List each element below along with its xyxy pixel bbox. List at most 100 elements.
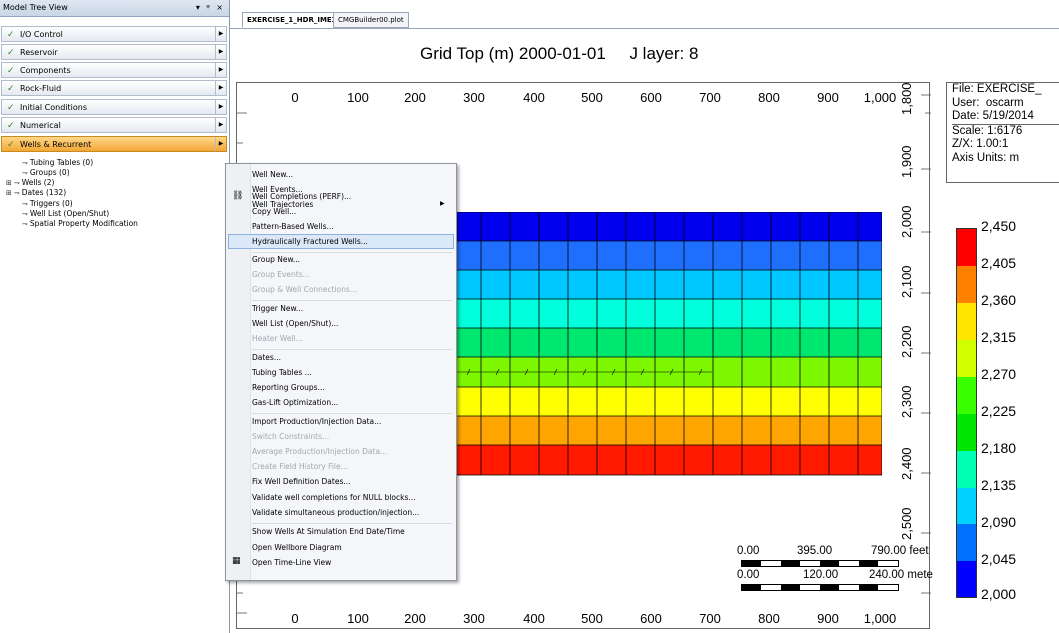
menu-item-group-well-connections: Group & Well Connections...	[252, 285, 358, 294]
x-tick-bottom: 0	[291, 611, 299, 626]
tree-item-groups[interactable]: ⇁ Groups (0)	[22, 168, 70, 178]
info-date: Date: 5/19/2014	[952, 110, 1059, 125]
scale-meters-end: 240.00 mete	[869, 569, 933, 581]
submenu-arrow-icon[interactable]: ▶	[215, 100, 226, 114]
info-axis-units: Axis Units: m	[952, 151, 1020, 164]
info-zx: Z/X: 1.00:1	[952, 138, 1009, 150]
submenu-arrow-icon[interactable]: ▶	[215, 118, 226, 132]
submenu-arrow-icon[interactable]: ▶	[215, 63, 226, 77]
submenu-arrow-icon[interactable]: ▶	[215, 137, 226, 151]
tree-item-tubing-tables[interactable]: ⇁ Tubing Tables (0)	[22, 158, 93, 168]
legend-label: 2,450	[981, 218, 1017, 234]
expand-plus-icon[interactable]: ⊞	[6, 179, 12, 187]
menu-item-well-new[interactable]: Well New...	[252, 170, 293, 180]
expand-plus-icon[interactable]: ⊞	[6, 189, 12, 197]
tree-item-dates[interactable]: ⊞ ⇁ Dates (132)	[6, 188, 66, 198]
legend-swatch	[957, 377, 976, 414]
tree-node-icon: ⇁	[22, 159, 28, 167]
menu-item-dates[interactable]: Dates...	[252, 353, 281, 363]
category-reservoir[interactable]: ✓ Reservoir ▶	[1, 44, 227, 60]
menu-item-validate-null-blocks[interactable]: Validate well completions for NULL block…	[252, 493, 416, 503]
legend-label: 2,315	[981, 329, 1017, 345]
menu-icon-gutter	[226, 164, 251, 580]
category-initial-conditions[interactable]: ✓ Initial Conditions ▶	[1, 99, 227, 115]
x-tick-bottom: 500	[581, 611, 603, 626]
x-tick-bottom: 300	[463, 611, 485, 626]
category-io-control[interactable]: ✓ I/O Control ▶	[1, 26, 227, 42]
x-tick-top: 900	[817, 90, 839, 105]
scale-feet-0: 0.00	[737, 545, 760, 557]
tree-node-icon: ⇁	[22, 200, 28, 208]
info-file: File: EXERCISE_	[952, 83, 1042, 95]
category-rock-fluid[interactable]: ✓ Rock-Fluid ▶	[1, 80, 227, 96]
menu-item-group-new[interactable]: Group New...	[252, 255, 300, 265]
menu-item-tubing-tables[interactable]: Tubing Tables ...	[252, 368, 312, 378]
legend-swatch	[957, 561, 976, 597]
menu-item-fix-well-dates[interactable]: Fix Well Definition Dates...	[252, 477, 351, 487]
legend-label: 2,360	[981, 292, 1017, 308]
category-label: Numerical	[20, 121, 61, 130]
y-tick-right: 1,900	[899, 145, 914, 178]
checkmark-icon: ✓	[7, 30, 15, 40]
menu-item-import-production[interactable]: Import Production/Injection Data...	[252, 417, 381, 427]
x-tick-top: 400	[523, 90, 545, 105]
menu-item-validate-simultaneous[interactable]: Validate simultaneous production/injecti…	[252, 508, 419, 518]
menu-item-hydraulically-fractured-wells[interactable]: Hydraulically Fractured Wells...	[252, 237, 368, 247]
x-tick-top: 300	[463, 90, 485, 105]
tree-item-triggers[interactable]: ⇁ Triggers (0)	[22, 199, 73, 209]
scale-meters-mid: 120.00	[803, 569, 839, 581]
submenu-arrow-icon[interactable]: ▶	[215, 45, 226, 59]
x-tick-top: 700	[699, 90, 721, 105]
legend-swatch	[957, 524, 976, 561]
completion-icon: ⛓	[232, 191, 244, 201]
legend-label: 2,090	[981, 514, 1017, 530]
tree-node-icon: ⇁	[22, 169, 28, 177]
info-scale: Scale: 1:6176	[952, 124, 1023, 137]
tree-item-wells[interactable]: ⊞ ⇁ Wells (2)	[6, 178, 54, 188]
tab-cmgbuilder-plot[interactable]: CMGBuilder00.plot	[333, 12, 409, 28]
tree-node-icon: ⇁	[13, 179, 20, 187]
x-tick-top: 600	[640, 90, 662, 105]
x-tick-top: 1,000	[863, 90, 897, 105]
menu-item-group-events: Group Events...	[252, 270, 310, 279]
x-tick-bottom: 100	[347, 611, 369, 626]
legend-label: 2,180	[981, 440, 1017, 456]
plot-info-box: File: EXERCISE_ User: oscarm Date: 5/19/…	[946, 82, 1059, 183]
category-components[interactable]: ✓ Components ▶	[1, 62, 227, 78]
y-tick-right: 1,800	[899, 82, 914, 115]
scale-feet-mid: 395.00	[797, 545, 833, 557]
category-wells-recurrent[interactable]: ✓ Wells & Recurrent ▶	[1, 136, 227, 152]
tree-item-spatial-property[interactable]: ⇁ Spatial Property Modification	[22, 219, 138, 229]
x-tick-bottom: 600	[640, 611, 662, 626]
x-tick-bottom: 700	[699, 611, 721, 626]
x-tick-bottom: 200	[404, 611, 426, 626]
menu-item-well-completions[interactable]: Well Completions (PERF)...	[252, 192, 351, 202]
category-label: Components	[20, 66, 71, 75]
category-numerical[interactable]: ✓ Numerical ▶	[1, 117, 227, 133]
menu-item-pattern-based-wells[interactable]: Pattern-Based Wells...	[252, 222, 334, 232]
category-label: Reservoir	[20, 48, 58, 57]
menu-separator	[252, 413, 452, 414]
y-tick-right: 2,200	[899, 325, 914, 358]
tree-item-well-list[interactable]: ⇁ Well List (Open/Shut)	[22, 209, 109, 219]
menu-item-show-wells-end[interactable]: Show Wells At Simulation End Date/Time	[252, 527, 405, 537]
menu-item-gas-lift[interactable]: Gas-Lift Optimization...	[252, 398, 338, 408]
submenu-arrow-icon[interactable]: ▶	[215, 27, 226, 41]
menu-item-open-wellbore-diagram[interactable]: Open Wellbore Diagram	[252, 543, 342, 553]
menu-item-create-field-history: Create Field History File...	[252, 462, 348, 471]
menu-item-well-list[interactable]: Well List (Open/Shut)...	[252, 319, 338, 329]
scale-meters-0: 0.00	[737, 569, 760, 581]
submenu-arrow-icon[interactable]: ▶	[215, 81, 226, 95]
model-tree-panel: Model Tree View ▾ ᵠ × ✓ I/O Control ▶ ✓ …	[0, 0, 230, 633]
menu-item-reporting-groups[interactable]: Reporting Groups...	[252, 383, 325, 393]
y-tick-right: 2,300	[899, 385, 914, 418]
y-tick-right: 2,100	[899, 265, 914, 298]
panel-controls[interactable]: ▾ ᵠ ×	[196, 0, 225, 16]
menu-item-trigger-new[interactable]: Trigger New...	[252, 304, 303, 314]
panel-title: Model Tree View	[3, 3, 68, 12]
menu-item-heater-well: Heater Well...	[252, 334, 303, 343]
menu-item-copy-well[interactable]: Copy Well...	[252, 207, 296, 217]
menu-item-open-timeline[interactable]: Open Time-Line View	[252, 558, 331, 568]
x-tick-top: 0	[291, 90, 299, 105]
tab-strip-divider	[230, 28, 1059, 29]
